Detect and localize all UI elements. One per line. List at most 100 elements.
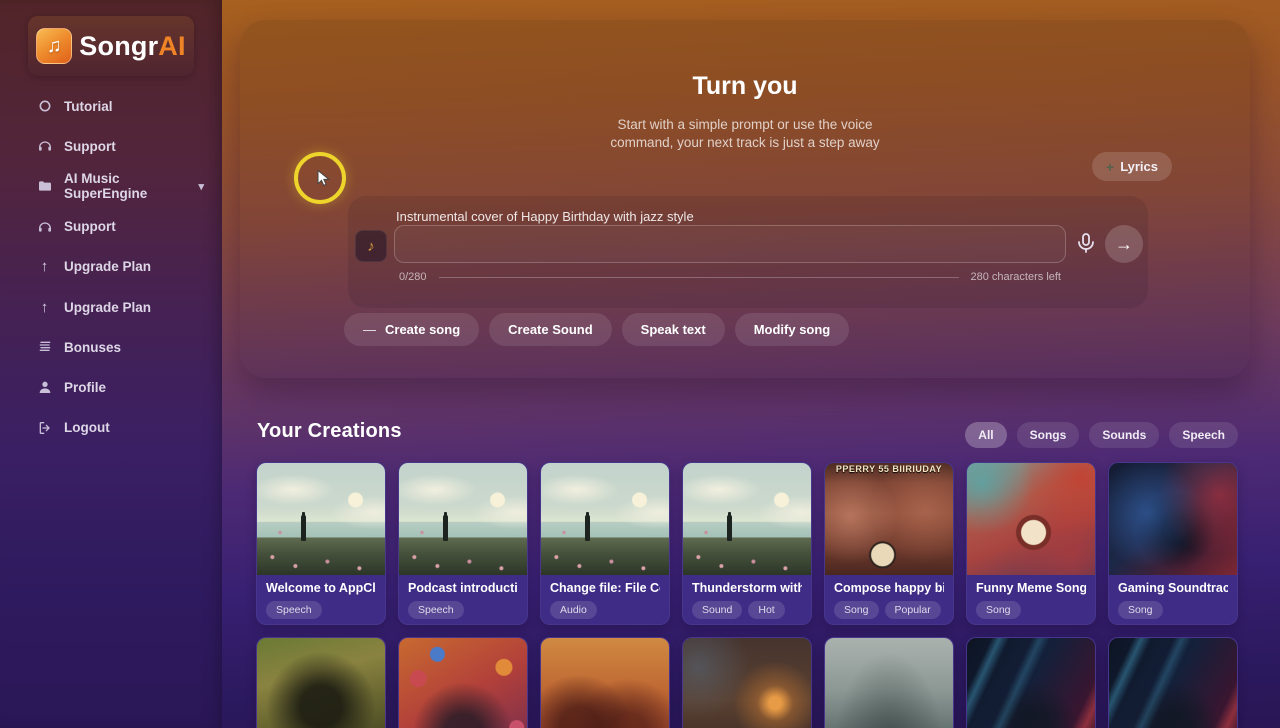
prompt-input[interactable]	[394, 225, 1066, 263]
lyrics-button[interactable]: + Lyrics	[1092, 152, 1173, 181]
speak-text-button[interactable]: Speak text	[621, 313, 725, 346]
badge-row: Song	[1118, 601, 1228, 619]
filter-speech[interactable]: Speech	[1169, 422, 1238, 448]
creation-card-image	[541, 463, 669, 575]
creation-card-body: Compose happy bir... Song Popular	[825, 575, 953, 619]
creation-card-image	[541, 638, 669, 728]
badge-row: Song Popular	[834, 601, 944, 619]
creation-card-title: Funny Meme Song...	[976, 581, 1086, 595]
headset-icon	[36, 138, 53, 155]
creation-card-body: Thunderstorm with... Sound Hot	[683, 575, 811, 619]
sidebar-item-label: Upgrade Plan	[64, 299, 152, 315]
sidebar-item-label: AI Music SuperEngine	[64, 171, 148, 202]
modify-song-button[interactable]: Modify song	[734, 313, 850, 346]
creation-card[interactable]: Gaming Soundtrac... Song	[1108, 462, 1238, 625]
send-button[interactable]: →	[1105, 225, 1143, 263]
folder-icon	[36, 178, 53, 195]
sidebar-item-support[interactable]: Support	[0, 126, 222, 166]
sidebar-item-label: Tutorial	[64, 98, 113, 114]
sidebar-item-upgrade-plan[interactable]: ↑ Upgrade Plan	[0, 247, 222, 287]
music-note-button[interactable]: ♪	[355, 230, 387, 262]
arrow-right-icon: →	[1115, 233, 1133, 254]
sidebar-item-label: Support	[64, 219, 116, 235]
status-badge: Popular	[884, 601, 941, 619]
prompt-suggestion-label: Instrumental cover of Happy Birthday wit…	[396, 209, 694, 224]
plus-icon: +	[1106, 158, 1115, 175]
creation-card[interactable]	[824, 637, 954, 728]
creations-section-title: Your Creations	[257, 420, 402, 442]
creation-card-body: Funny Meme Song... Song	[967, 575, 1095, 619]
app-page: ♫ SongrAI Tutorial Support AI Music Supe…	[0, 0, 1280, 728]
creation-card[interactable]: PPERRY 55 BIIRIUDAY Compose happy bir...…	[824, 462, 954, 625]
counter-divider	[438, 276, 959, 278]
app-logo[interactable]: ♫ SongrAI	[28, 16, 194, 76]
create-sound-button[interactable]: Create Sound	[489, 313, 612, 346]
creation-card-image	[825, 638, 953, 728]
brand-name: SongrAI	[79, 30, 186, 61]
sidebar-item-label: Upgrade Plan	[64, 259, 152, 275]
logout-icon	[36, 419, 53, 436]
sidebar-item-support-2[interactable]: Support	[0, 207, 222, 247]
chevron-down-icon[interactable]: ▾	[198, 180, 204, 193]
hero-title: Turn you	[692, 72, 798, 100]
creation-card[interactable]: Podcast introducti... Speech	[398, 462, 528, 625]
creation-card[interactable]	[1108, 637, 1238, 728]
user-icon	[36, 379, 53, 396]
creation-card-body: Gaming Soundtrac... Song	[1109, 575, 1237, 619]
creations-filters: All Songs Sounds Speech	[965, 422, 1238, 448]
badge-row: Speech	[408, 601, 518, 619]
headset-icon	[36, 218, 53, 235]
creation-card-body: Welcome to AppCli... Speech	[257, 575, 385, 619]
creation-card[interactable]	[540, 637, 670, 728]
badge-row: Audio	[550, 601, 660, 619]
filter-all[interactable]: All	[965, 422, 1007, 448]
chars-left-label: 280 characters left	[970, 271, 1062, 283]
creation-card-body: Change file: File Co... Audio	[541, 575, 669, 619]
hero-actions: — Create song Create Sound Speak text Mo…	[344, 313, 850, 346]
sidebar-item-ai-music-superengine[interactable]: AI Music SuperEngine ▾	[0, 166, 222, 206]
sidebar-item-tutorial[interactable]: Tutorial	[0, 86, 222, 126]
creation-card-image	[683, 638, 811, 728]
creation-card[interactable]: Welcome to AppCli... Speech	[256, 462, 386, 625]
sidebar-item-logout[interactable]: Logout	[0, 408, 222, 448]
sidebar-item-label: Profile	[64, 379, 107, 395]
creation-card[interactable]	[398, 637, 528, 728]
creation-card-image	[399, 463, 527, 575]
filter-songs[interactable]: Songs	[1016, 422, 1080, 448]
creation-card-title: Podcast introducti...	[408, 581, 518, 595]
character-counter-row: 0/280 280 characters left	[399, 271, 1061, 283]
status-badge: Song	[976, 601, 1021, 619]
microphone-button[interactable]	[1074, 230, 1100, 258]
creation-card-image	[967, 638, 1095, 728]
circle-icon	[36, 98, 53, 115]
arrow-up-icon: ↑	[40, 298, 49, 316]
hero-subtitle: Start with a simple prompt or use the vo…	[610, 117, 880, 150]
music-note-icon: ♫	[36, 28, 73, 64]
creation-card[interactable]: Thunderstorm with... Sound Hot	[682, 462, 812, 625]
sidebar: ♫ SongrAI Tutorial Support AI Music Supe…	[0, 0, 222, 728]
badge-row: Song	[976, 601, 1086, 619]
sidebar-item-bonuses[interactable]: Bonuses	[0, 327, 222, 367]
arrow-up-icon: ↑	[40, 258, 49, 276]
filter-sounds[interactable]: Sounds	[1089, 422, 1160, 448]
creation-card[interactable]	[966, 637, 1096, 728]
creation-card-title: Compose happy bir...	[834, 581, 944, 595]
sidebar-item-profile[interactable]: Profile	[0, 367, 222, 407]
create-song-button[interactable]: — Create song	[344, 313, 480, 346]
mouse-cursor-icon	[317, 169, 331, 186]
creation-card-title: Welcome to AppCli...	[266, 581, 376, 595]
creation-card-image	[967, 463, 1095, 575]
badge-row: Speech	[266, 601, 376, 619]
sidebar-item-upgrade-plan-2[interactable]: ↑ Upgrade Plan	[0, 287, 222, 327]
creation-card-image	[399, 638, 527, 728]
creation-card[interactable]	[256, 637, 386, 728]
hero-banner: Turn you Start with a simple prompt or u…	[240, 20, 1250, 378]
creation-card[interactable]: Change file: File Co... Audio	[540, 462, 670, 625]
sidebar-nav: Tutorial Support AI Music SuperEngine ▾ …	[0, 86, 222, 448]
minus-icon: —	[363, 322, 376, 337]
creation-card[interactable]: Funny Meme Song... Song	[966, 462, 1096, 625]
list-icon	[36, 339, 53, 356]
status-badge: Speech	[266, 601, 322, 619]
sidebar-item-label: Support	[64, 138, 116, 154]
creation-card[interactable]	[682, 637, 812, 728]
